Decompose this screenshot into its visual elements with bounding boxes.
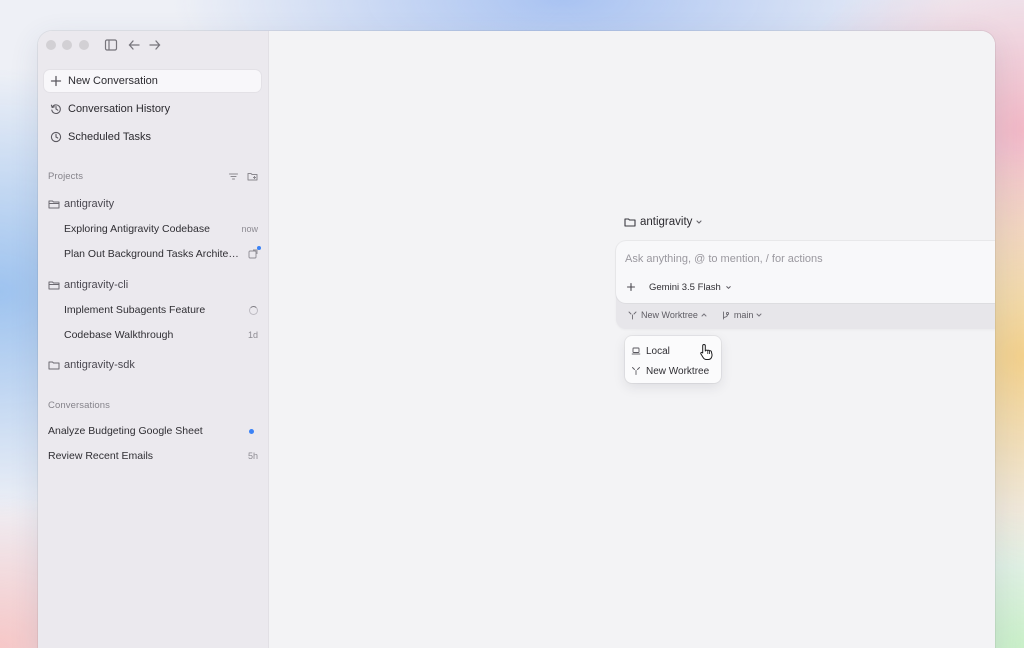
conversation-time: 5h xyxy=(247,451,258,461)
projects-section-label: Projects xyxy=(48,171,84,182)
chevron-down-icon xyxy=(725,284,732,291)
chevron-up-icon xyxy=(701,312,707,318)
worktree-icon xyxy=(631,366,641,376)
clock-icon xyxy=(50,131,62,143)
close-window-button[interactable] xyxy=(46,40,56,50)
sidebar-toggle-icon[interactable] xyxy=(104,38,118,52)
unread-badge xyxy=(257,246,261,250)
conversation-title: Review Recent Emails xyxy=(48,450,154,462)
title-bar xyxy=(38,31,268,59)
filter-icon[interactable] xyxy=(228,171,239,182)
conversation-item[interactable]: Implement Subagents Feature xyxy=(64,301,258,319)
conversations-section-label: Conversations xyxy=(48,400,111,411)
branch-selector-label: main xyxy=(733,310,754,320)
worktree-option-new-worktree[interactable]: New Worktree xyxy=(631,362,709,380)
composer-container: Gemini 3.5 Flash New Worktree xyxy=(616,241,995,329)
conversation-status xyxy=(249,305,258,315)
project-selector[interactable]: antigravity xyxy=(624,216,703,228)
project-name: antigravity-cli xyxy=(64,279,129,291)
folder-icon xyxy=(48,279,60,291)
project-name: antigravity xyxy=(64,198,115,210)
folder-icon xyxy=(48,359,60,371)
conversation-title: Implement Subagents Feature xyxy=(64,304,206,316)
history-icon xyxy=(50,103,62,115)
branch-icon xyxy=(721,311,730,320)
chevron-down-icon xyxy=(756,312,762,318)
laptop-icon xyxy=(631,346,641,356)
minimize-window-button[interactable] xyxy=(62,40,72,50)
conversation-item[interactable]: Plan Out Background Tasks Architecture xyxy=(64,245,261,263)
folder-icon xyxy=(48,198,60,210)
conversation-time: 1d xyxy=(247,330,258,340)
project-antigravity[interactable]: antigravity xyxy=(48,195,260,213)
external-link-icon xyxy=(248,246,261,259)
scheduled-tasks-label: Scheduled Tasks xyxy=(68,131,151,143)
new-conversation-label: New Conversation xyxy=(68,75,158,87)
chevron-down-icon xyxy=(695,218,703,226)
unread-dot xyxy=(249,428,254,434)
conversation-item[interactable]: Review Recent Emails 5h xyxy=(48,447,258,465)
project-selector-label: antigravity xyxy=(640,216,693,228)
conversation-time: now xyxy=(241,224,258,234)
worktree-option-label: Local xyxy=(646,345,670,357)
composer-footer: New Worktree main xyxy=(628,310,762,320)
scheduled-tasks-button[interactable]: Scheduled Tasks xyxy=(44,126,261,148)
worktree-option-label: New Worktree xyxy=(646,365,710,377)
project-antigravity-cli[interactable]: antigravity-cli xyxy=(48,276,260,294)
spinner-icon xyxy=(249,305,258,315)
conversation-title: Plan Out Background Tasks Architecture xyxy=(64,248,242,260)
conversation-status xyxy=(249,428,258,434)
worktree-option-local[interactable]: Local xyxy=(631,342,670,360)
pointer-cursor-icon xyxy=(699,343,714,361)
plus-icon xyxy=(50,75,62,87)
app-window: New Conversation Conversation History Sc… xyxy=(38,31,995,648)
conversation-title: Exploring Antigravity Codebase xyxy=(64,223,210,235)
worktree-selector-label: New Worktree xyxy=(641,310,698,320)
zoom-window-button[interactable] xyxy=(79,40,89,50)
back-arrow-icon[interactable] xyxy=(127,38,141,52)
project-antigravity-sdk[interactable]: antigravity-sdk xyxy=(48,356,260,374)
model-selector-label: Gemini 3.5 Flash xyxy=(649,281,721,293)
conversation-history-button[interactable]: Conversation History xyxy=(44,98,261,120)
project-name: antigravity-sdk xyxy=(64,359,135,371)
sidebar: New Conversation Conversation History Sc… xyxy=(38,31,269,648)
main-panel: antigravity Gemini 3.5 Flash xyxy=(269,31,995,648)
composer: Gemini 3.5 Flash xyxy=(616,241,995,303)
add-context-plus-icon[interactable] xyxy=(626,282,636,292)
new-folder-icon[interactable] xyxy=(247,171,258,182)
model-selector[interactable]: Gemini 3.5 Flash xyxy=(649,279,732,295)
conversation-item[interactable]: Analyze Budgeting Google Sheet xyxy=(48,422,258,440)
conversation-title: Analyze Budgeting Google Sheet xyxy=(48,425,203,437)
conversation-title: Codebase Walkthrough xyxy=(64,329,174,341)
worktree-selector[interactable]: New Worktree xyxy=(628,310,707,320)
conversation-item[interactable]: Codebase Walkthrough 1d xyxy=(64,326,258,344)
conversation-item[interactable]: Exploring Antigravity Codebase now xyxy=(64,220,258,238)
worktree-icon xyxy=(628,311,637,320)
conversation-status xyxy=(248,246,261,259)
conversation-history-label: Conversation History xyxy=(68,103,171,115)
prompt-input[interactable] xyxy=(625,251,995,267)
forward-arrow-icon[interactable] xyxy=(148,38,162,52)
branch-selector[interactable]: main xyxy=(721,310,763,320)
projects-tools xyxy=(228,171,258,182)
folder-icon xyxy=(624,216,636,228)
new-conversation-button[interactable]: New Conversation xyxy=(44,70,261,92)
